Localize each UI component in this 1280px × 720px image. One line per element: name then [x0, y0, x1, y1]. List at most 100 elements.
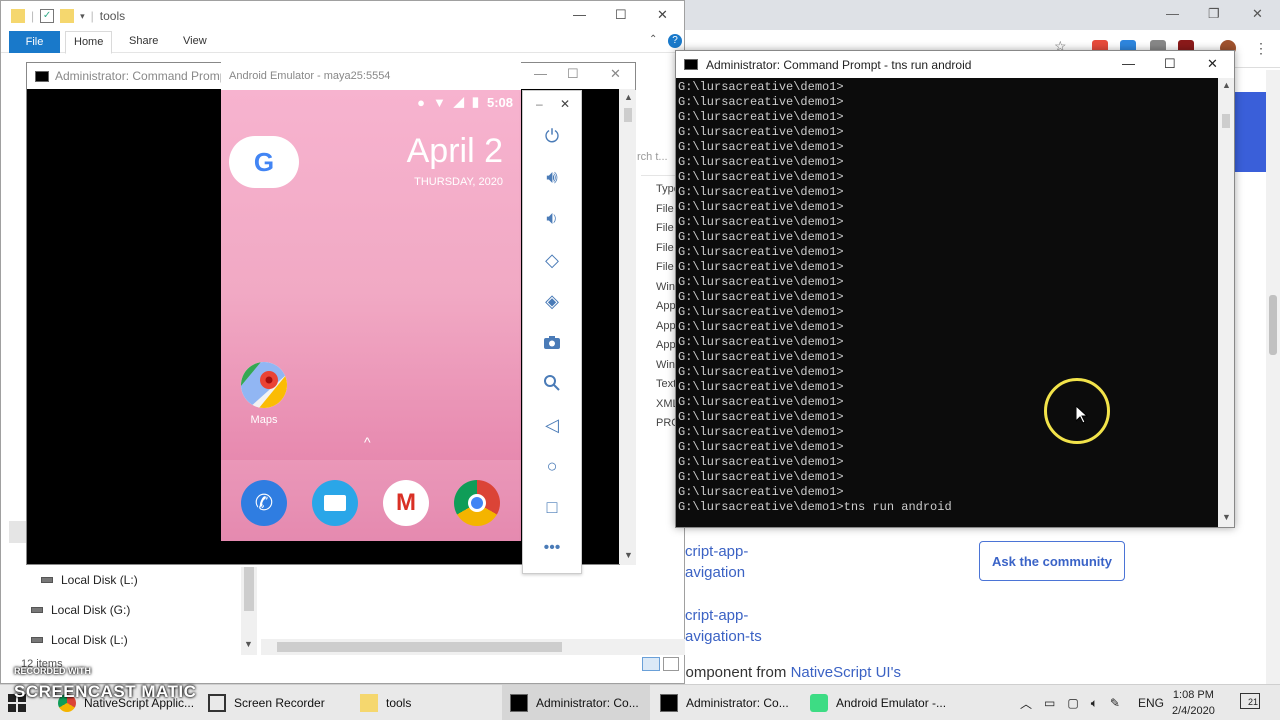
- ribbon-tab-file[interactable]: File: [9, 31, 60, 53]
- type-cell: File: [656, 261, 674, 273]
- nav-local-disk-l-2[interactable]: Local Disk (L:): [31, 633, 128, 647]
- explorer-maximize-button[interactable]: ☐: [615, 7, 627, 23]
- chrome-icon[interactable]: [454, 480, 500, 526]
- help-icon[interactable]: ?: [668, 34, 682, 48]
- browser-maximize-button[interactable]: ❐: [1208, 6, 1220, 22]
- type-cell: Text: [656, 378, 677, 390]
- rotate-right-icon[interactable]: ◈: [540, 289, 564, 313]
- nativescript-ui-link[interactable]: NativeScript UI's: [791, 664, 901, 681]
- language-indicator[interactable]: ENG: [1138, 696, 1164, 710]
- console-line: G:\lursacreative\demo1>: [678, 200, 844, 214]
- cmd-main-minimize-button[interactable]: —: [1122, 56, 1135, 71]
- browser-menu-icon[interactable]: ⋮: [1254, 40, 1268, 57]
- cmd-window-main[interactable]: Administrator: Command Prompt - tns run …: [675, 50, 1235, 528]
- console-line: G:\lursacreative\demo1>: [678, 470, 844, 484]
- tiles-view-icon[interactable]: [663, 657, 679, 671]
- pen-icon[interactable]: ✎: [1110, 696, 1120, 710]
- cmd-back-right-scrollbar[interactable]: ▲ ▼: [620, 90, 636, 565]
- zoom-icon[interactable]: [540, 371, 564, 395]
- console-line: G:\lursacreative\demo1>: [678, 275, 844, 289]
- back-icon[interactable]: ◁: [540, 413, 564, 437]
- type-cell: Win: [656, 280, 675, 293]
- type-cell: App: [656, 319, 676, 332]
- emulator-minimize-button[interactable]: –: [536, 97, 543, 111]
- power-icon[interactable]: ⏻: [540, 124, 564, 148]
- taskbar-clock[interactable]: 1:08 PM 2/4/2020: [1172, 687, 1215, 719]
- console-line: G:\lursacreative\demo1>: [678, 440, 844, 454]
- messages-icon[interactable]: [312, 480, 358, 526]
- template-link-navigation-ts[interactable]: cript-app-avigation-ts: [685, 605, 762, 647]
- ribbon-tab-home[interactable]: Home: [65, 31, 113, 54]
- overview-icon[interactable]: □: [540, 495, 564, 519]
- console-line: G:\lursacreative\demo1>: [678, 260, 844, 274]
- console-output[interactable]: G:\lursacreative\demo1> G:\lursacreative\…: [678, 80, 1218, 529]
- drive-icon: [41, 577, 53, 583]
- quick-access-dropdown-icon[interactable]: ▾: [80, 11, 85, 22]
- console-line: G:\lursacreative\demo1>: [678, 185, 844, 199]
- browser-minimize-button[interactable]: —: [1166, 6, 1179, 21]
- camera-icon[interactable]: [540, 330, 564, 354]
- monitor-icon[interactable]: ▢: [1067, 696, 1078, 710]
- cmd-main-titlebar: Administrator: Command Prompt - tns run …: [676, 51, 1234, 78]
- browser-scrollbar[interactable]: [1266, 70, 1280, 684]
- nav-local-disk-g[interactable]: Local Disk (G:): [31, 603, 130, 617]
- taskbar-item-cmd-2[interactable]: Administrator: Co...: [652, 685, 800, 720]
- console-line: G:\lursacreative\demo1>: [678, 215, 844, 229]
- console-line: G:\lursacreative\demo1>: [678, 425, 844, 439]
- cmd-back-maximize-button[interactable]: ☐: [567, 66, 579, 82]
- new-folder-icon[interactable]: [60, 9, 75, 23]
- app-drawer-arrow[interactable]: ^: [364, 434, 371, 450]
- system-tray: ︿ ▭ ▢ 🔈︎ ✎ ENG: [1020, 685, 1164, 720]
- properties-icon[interactable]: ✓: [40, 9, 55, 23]
- console-command-line: G:\lursacreative\demo1>tns run android: [678, 500, 952, 514]
- ribbon-collapse-icon[interactable]: ⌃: [649, 34, 657, 45]
- network-icon[interactable]: ▭: [1044, 696, 1055, 710]
- console-line: G:\lursacreative\demo1>: [678, 410, 844, 424]
- taskbar-item-recorder[interactable]: Screen Recorder: [200, 685, 350, 720]
- cmd-back-minimize-button[interactable]: —: [534, 66, 547, 81]
- volume-up-icon[interactable]: 🔊︎: [540, 165, 564, 189]
- cmd-main-close-button[interactable]: ✕: [1207, 56, 1218, 72]
- ribbon-tab-view[interactable]: View: [183, 35, 207, 47]
- drive-icon: [31, 607, 43, 613]
- explorer-minimize-button[interactable]: —: [573, 7, 586, 22]
- details-view-icon[interactable]: [642, 657, 660, 671]
- console-line: G:\lursacreative\demo1>: [678, 305, 844, 319]
- rotate-left-icon[interactable]: ◇: [540, 248, 564, 272]
- google-search-widget[interactable]: G: [229, 136, 299, 188]
- cmd-back-close-button[interactable]: ✕: [610, 66, 621, 82]
- taskbar-item-explorer[interactable]: tools: [352, 685, 502, 720]
- home-date[interactable]: April 2: [407, 132, 503, 171]
- cmd-main-maximize-button[interactable]: ☐: [1164, 56, 1176, 72]
- template-link-navigation[interactable]: cript-app-avigation: [685, 541, 748, 583]
- volume-icon[interactable]: 🔈︎: [1091, 696, 1098, 711]
- notification-center-icon[interactable]: 21: [1240, 693, 1260, 709]
- tray-expand-icon[interactable]: ︿: [1020, 695, 1032, 712]
- cmd-icon: [684, 59, 698, 70]
- gmail-icon[interactable]: M: [383, 480, 429, 526]
- taskbar-item-cmd-1[interactable]: Administrator: Co...: [502, 685, 650, 720]
- emulator-titlebar: Android Emulator - maya25:5554: [221, 62, 521, 90]
- search-box[interactable]: rch t...: [637, 151, 668, 163]
- folder-icon: [360, 694, 378, 712]
- explorer-close-button[interactable]: ✕: [657, 7, 668, 23]
- browser-close-button[interactable]: ✕: [1252, 6, 1263, 22]
- phone-icon[interactable]: ✆: [241, 480, 287, 526]
- android-screen[interactable]: ● ▼ ◢ ▮ 5:08 G April 2 THURSDAY, 2020 Ma…: [221, 90, 521, 541]
- console-line: G:\lursacreative\demo1>: [678, 290, 844, 304]
- maps-app[interactable]: Maps: [239, 362, 289, 426]
- cmd-main-scrollbar[interactable]: ▲ ▼: [1218, 78, 1234, 527]
- files-hscrollbar[interactable]: [261, 639, 685, 655]
- nav-local-disk-l[interactable]: Local Disk (L:): [41, 573, 138, 587]
- more-icon[interactable]: •••: [540, 536, 564, 560]
- ribbon-tab-share[interactable]: Share: [129, 35, 158, 47]
- console-line: G:\lursacreative\demo1>: [678, 335, 844, 349]
- drive-icon: [31, 637, 43, 643]
- taskbar-item-emulator[interactable]: Android Emulator -...: [802, 685, 952, 720]
- home-icon[interactable]: ○: [540, 454, 564, 478]
- folder-icon: [11, 9, 25, 23]
- emulator-close-button[interactable]: ✕: [560, 97, 570, 111]
- nav-scrollbar[interactable]: ▼: [241, 567, 257, 655]
- volume-down-icon[interactable]: 🔉︎: [540, 206, 564, 230]
- ask-community-button[interactable]: Ask the community: [979, 541, 1125, 581]
